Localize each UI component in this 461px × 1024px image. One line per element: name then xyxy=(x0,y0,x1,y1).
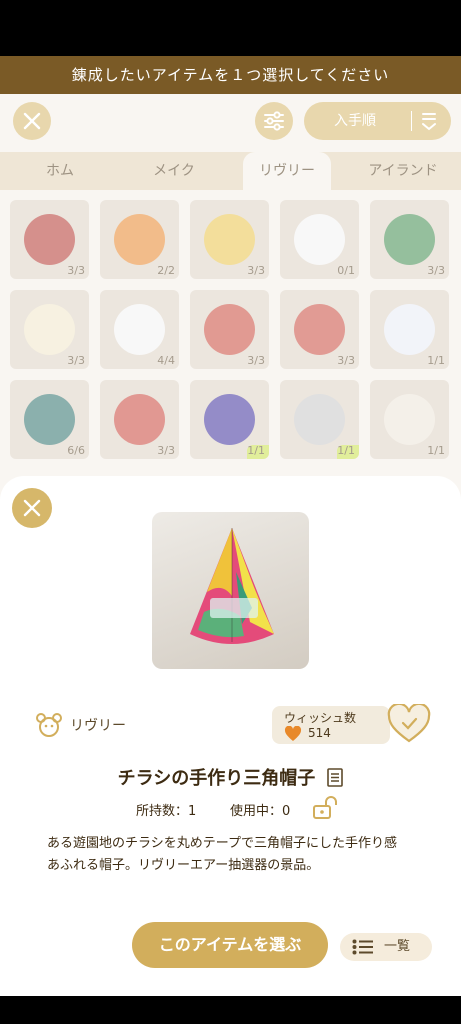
document-icon[interactable] xyxy=(327,768,344,792)
close-detail-button[interactable] xyxy=(12,488,52,528)
item-name: チラシの手作り三角帽子 xyxy=(0,764,461,792)
item-name-text: チラシの手作り三角帽子 xyxy=(117,768,316,789)
category-tag: リヴリー xyxy=(34,710,126,740)
wish-heart-button[interactable] xyxy=(386,704,432,744)
wish-heart-icon xyxy=(284,726,302,741)
owned-count: 所持数：1 xyxy=(136,804,197,819)
item-detail-sheet: リヴリー ウィッシュ数 514 チラシの手作り三角帽子 所持数：1 使用中：0 … xyxy=(0,476,461,996)
status-bar xyxy=(0,0,461,56)
in-use-count: 使用中：0 xyxy=(230,804,291,819)
page-title: 錬成したいアイテムを１つ選択してください xyxy=(0,56,461,94)
wish-count-box: ウィッシュ数 514 xyxy=(272,706,390,744)
lock-icon[interactable] xyxy=(312,796,338,820)
livly-icon xyxy=(36,713,62,737)
list-button[interactable]: 一覧 xyxy=(340,933,432,961)
list-icon xyxy=(352,939,373,955)
item-description: ある遊園地のチラシを丸めテープで三角帽子にした手作り感あふれる帽子。リヴリーエア… xyxy=(47,836,397,873)
category-label: リヴリー xyxy=(70,718,126,734)
navigation-bar xyxy=(0,996,461,1024)
close-icon xyxy=(23,499,41,517)
item-preview-image xyxy=(152,512,309,669)
party-hat-icon xyxy=(190,528,274,644)
wish-count: 514 xyxy=(308,726,331,740)
wish-label: ウィッシュ数 xyxy=(284,711,357,725)
select-item-button[interactable]: このアイテムを選ぶ xyxy=(132,922,328,968)
list-label: 一覧 xyxy=(384,939,411,954)
